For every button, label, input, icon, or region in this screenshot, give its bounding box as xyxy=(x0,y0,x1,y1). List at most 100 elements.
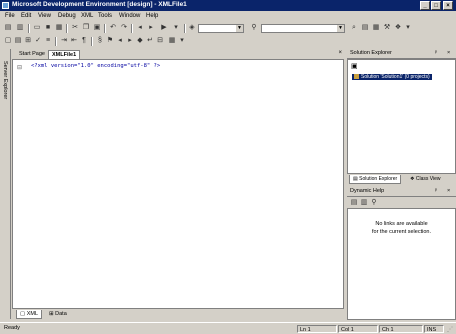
data-view-icon: ⊞ xyxy=(49,311,54,317)
grid-icon[interactable]: ⊞ xyxy=(24,37,32,45)
view-tab-strip: ▢ XML ⊞ Data xyxy=(12,309,344,319)
solution-explorer-panel: Solution Explorer ᵖ × ▣ Solution 'Soluti… xyxy=(347,49,456,185)
collapse-icon[interactable]: ⊟ xyxy=(17,64,22,71)
more-icon[interactable]: ▾ xyxy=(404,24,412,32)
class-view-tab-icon: ❖ xyxy=(410,176,415,182)
tab-solution-explorer-label: Solution Explorer xyxy=(359,176,398,182)
find-combo[interactable]: ▼ xyxy=(261,24,345,33)
outdent-icon[interactable]: ⇤ xyxy=(70,37,78,45)
minimize-icon[interactable]: _ xyxy=(420,1,430,10)
tab-data[interactable]: ⊞ Data xyxy=(46,310,70,318)
save-all-icon[interactable]: ▦ xyxy=(55,24,63,32)
search-icon[interactable]: ⚲ xyxy=(370,199,378,207)
resize-grip-icon[interactable]: ⋰ xyxy=(447,326,453,333)
copy-icon[interactable]: ❐ xyxy=(82,24,90,32)
apply-icon[interactable]: ▦ xyxy=(168,37,176,45)
find-in-files-icon[interactable]: ⌕ xyxy=(350,24,358,32)
solution-config-dropdown[interactable]: ▼ xyxy=(198,24,244,33)
prev-bookmark-icon[interactable]: ◂ xyxy=(116,37,124,45)
indent-icon[interactable]: ⇥ xyxy=(60,37,68,45)
panel-close-icon[interactable]: × xyxy=(447,50,450,56)
pin-icon[interactable]: ᵖ xyxy=(435,188,437,194)
tree-item-label: Solution 'Solution1' (0 projects) xyxy=(361,74,430,80)
menu-help[interactable]: Help xyxy=(146,13,158,19)
toolbar-separator xyxy=(131,24,133,33)
menu-xml[interactable]: XML xyxy=(81,13,93,19)
status-char: Ch 1 xyxy=(379,325,423,333)
nav-forward-icon[interactable]: ▸ xyxy=(147,24,155,32)
window-title: Microsoft Development Environment [desig… xyxy=(12,1,187,8)
standard-toolbar: ▤ ▥ ▭ ■ ▦ ✂ ❐ ▣ ↶ ↷ ◂ ▸ ▶ ▾ ◈ ▼ ⚲ ▼ ⌕ ▤ … xyxy=(0,22,456,35)
toolbar-separator xyxy=(104,24,106,33)
nav-back-icon[interactable]: ◂ xyxy=(136,24,144,32)
xml-toolbar: ▢ ▤ ⊞ ✓ ≡ ⇥ ⇤ ¶ § ⚑ ◂ ▸ ◆ ↵ ⊟ ▦ ▾ xyxy=(0,35,456,48)
save-icon[interactable]: ■ xyxy=(44,24,52,32)
next-bookmark-icon[interactable]: ▸ xyxy=(126,37,134,45)
solution-explorer-title: Solution Explorer xyxy=(350,50,392,56)
toolbar-options-icon[interactable]: ▾ xyxy=(178,37,186,45)
tree-item-solution[interactable]: Solution 'Solution1' (0 projects) xyxy=(352,74,432,80)
open-icon[interactable]: ▭ xyxy=(33,24,41,32)
dynamic-help-title: Dynamic Help xyxy=(350,188,385,194)
find-icon[interactable]: ⚲ xyxy=(250,24,258,32)
new-project-icon[interactable]: ▤ xyxy=(4,24,12,32)
tab-start-page[interactable]: Start Page xyxy=(16,50,48,58)
index-icon[interactable]: ▥ xyxy=(360,199,368,207)
chevron-down-icon: ▼ xyxy=(236,25,243,32)
class-view-icon[interactable]: ❖ xyxy=(394,24,402,32)
start-icon[interactable]: ▶ xyxy=(160,24,168,32)
title-bar: Microsoft Development Environment [desig… xyxy=(0,0,456,11)
tab-class-view-label: Class View xyxy=(415,176,441,182)
tab-xmlfile1[interactable]: XMLFile1 xyxy=(48,50,81,59)
status-col: Col 1 xyxy=(338,325,378,333)
toolbar-separator xyxy=(66,24,68,33)
comment-icon[interactable]: ¶ xyxy=(80,37,88,45)
solution-explorer-tab-icon: ▤ xyxy=(353,176,358,182)
config-icon[interactable]: ▾ xyxy=(172,24,180,32)
status-bar: Ready Ln 1 Col 1 Ch 1 INS ⋰ xyxy=(0,322,456,334)
bookmark-icon[interactable]: ⚑ xyxy=(106,37,114,45)
code-line-1: <?xml version="1.0" encoding="utf-8" ?> xyxy=(31,63,161,69)
close-icon[interactable]: × xyxy=(443,1,453,10)
document-tab-strip: Start Page XMLFile1 × xyxy=(12,49,344,59)
contents-icon[interactable]: ▤ xyxy=(350,199,358,207)
dynamic-help-body: No links are available for the current s… xyxy=(347,208,456,320)
dynamic-help-panel: Dynamic Help ᵖ × ▤ ▥ ⚲ No links are avai… xyxy=(347,187,456,320)
undo-icon[interactable]: ↶ xyxy=(109,24,117,32)
add-item-icon[interactable]: ▥ xyxy=(16,24,24,32)
menu-window[interactable]: Window xyxy=(119,13,140,19)
properties-icon[interactable]: ▣ xyxy=(351,62,358,70)
code-editor[interactable]: ⊟ <?xml version="1.0" encoding="utf-8" ?… xyxy=(12,59,344,309)
menu-file[interactable]: File xyxy=(5,13,15,19)
paste-icon[interactable]: ▣ xyxy=(93,24,101,32)
tab-solution-explorer[interactable]: ▤ Solution Explorer xyxy=(349,175,402,184)
schema-icon[interactable]: ▤ xyxy=(14,37,22,45)
uncomment-icon[interactable]: § xyxy=(96,37,104,45)
clear-bookmarks-icon[interactable]: ◆ xyxy=(136,37,144,45)
app-icon xyxy=(2,2,9,9)
tab-class-view[interactable]: ❖ Class View xyxy=(407,175,444,183)
menu-tools[interactable]: Tools xyxy=(98,13,112,19)
close-document-icon[interactable]: × xyxy=(338,50,342,56)
solution-explorer-icon[interactable]: ▤ xyxy=(361,24,369,32)
properties-icon[interactable]: ▦ xyxy=(372,24,380,32)
redo-icon[interactable]: ↷ xyxy=(120,24,128,32)
menu-debug[interactable]: Debug xyxy=(58,13,76,19)
panel-close-icon[interactable]: × xyxy=(447,188,450,194)
solution-explorer-body: ▣ Solution 'Solution1' (0 projects) xyxy=(347,59,456,174)
pin-icon[interactable]: ᵖ xyxy=(435,50,437,56)
page-icon[interactable]: ▢ xyxy=(4,37,12,45)
help-message-line-2: for the current selection. xyxy=(371,229,431,235)
maximize-icon[interactable]: □ xyxy=(431,1,441,10)
menu-view[interactable]: View xyxy=(38,13,51,19)
outline-icon[interactable]: ⊟ xyxy=(156,37,164,45)
toolbox-icon[interactable]: ⚒ xyxy=(383,24,391,32)
word-wrap-icon[interactable]: ↵ xyxy=(146,37,154,45)
server-explorer-tab[interactable]: Server Explorer xyxy=(1,49,11,319)
solution-config-icon[interactable]: ◈ xyxy=(188,24,196,32)
cut-icon[interactable]: ✂ xyxy=(71,24,79,32)
format-icon[interactable]: ≡ xyxy=(44,37,52,45)
validate-icon[interactable]: ✓ xyxy=(34,37,42,45)
tab-xml[interactable]: ▢ XML xyxy=(16,310,43,319)
menu-edit[interactable]: Edit xyxy=(21,13,31,19)
